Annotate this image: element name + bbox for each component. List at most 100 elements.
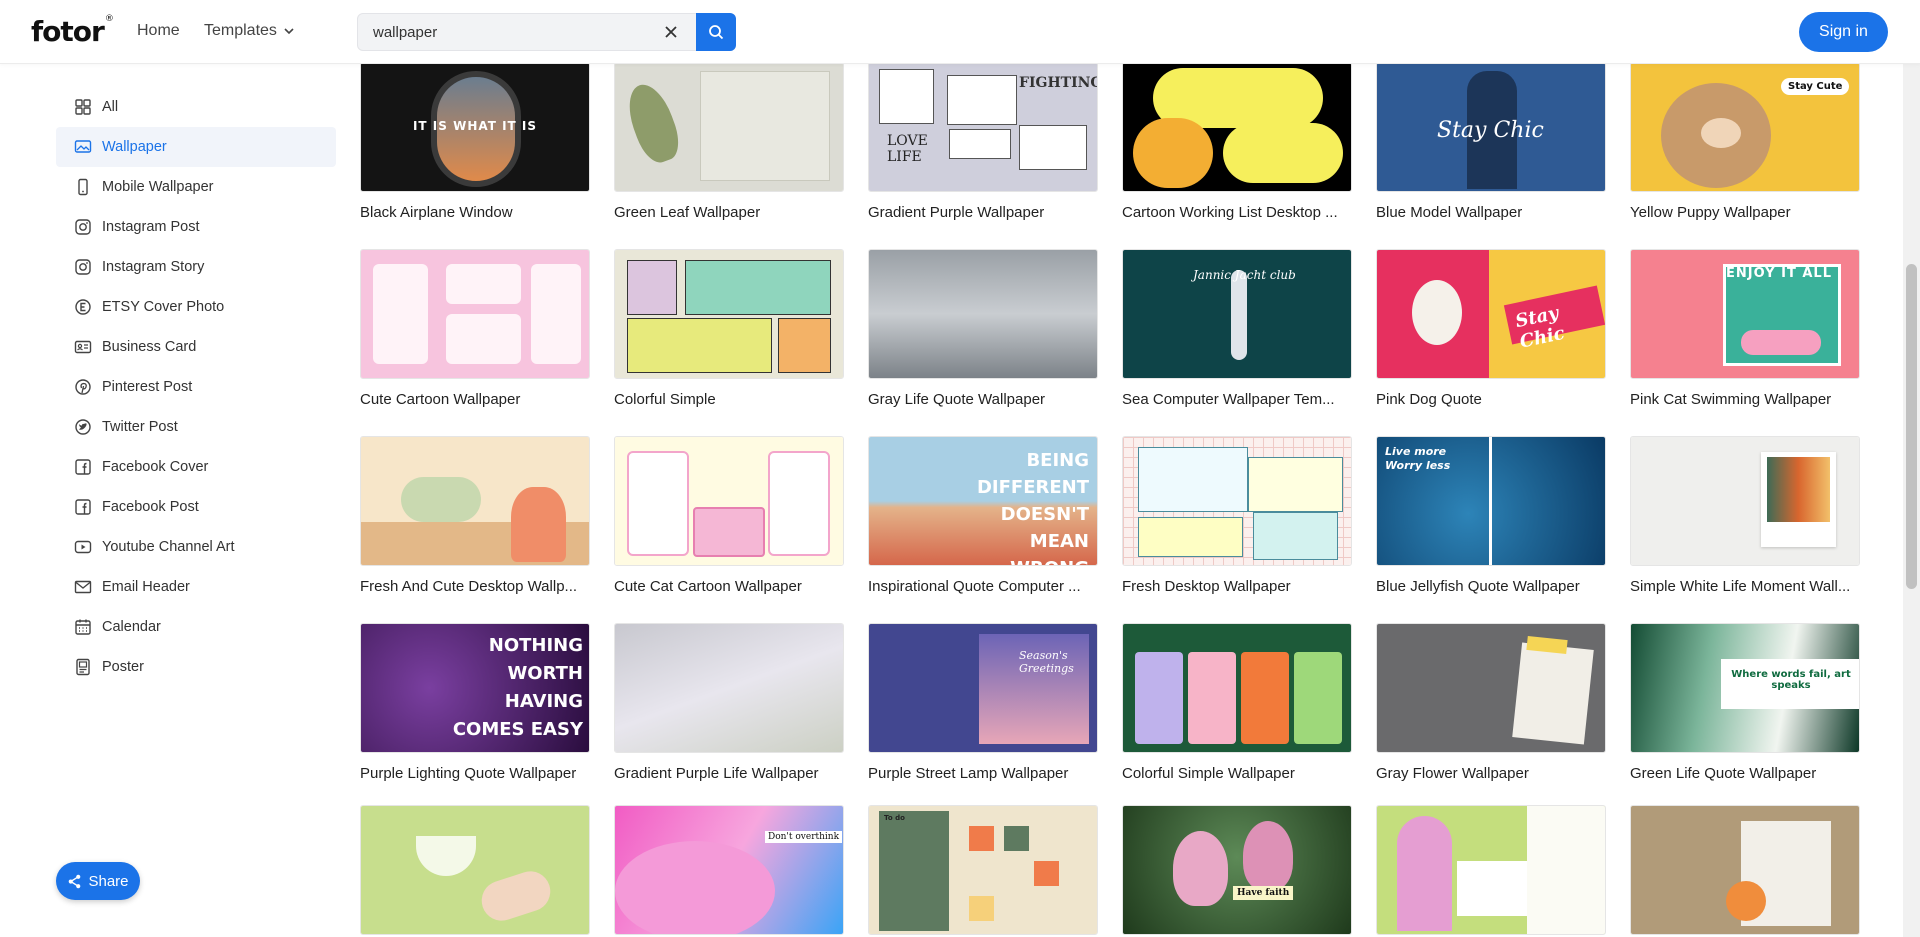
nav-home-link[interactable]: Home: [137, 22, 180, 40]
template-card[interactable]: Cute Cartoon Wallpaper: [360, 249, 590, 408]
template-card[interactable]: Simple White Life Moment Wall...: [1630, 436, 1860, 595]
template-title[interactable]: Black Airplane Window: [360, 204, 590, 221]
template-title[interactable]: Gradient Purple Wallpaper: [868, 204, 1098, 221]
template-thumbnail[interactable]: Stay Chic: [1376, 62, 1606, 192]
template-title[interactable]: Gray Life Quote Wallpaper: [868, 391, 1098, 408]
sidebar-item-twitter-post[interactable]: Twitter Post: [56, 407, 336, 447]
template-card[interactable]: Colorful Simple: [614, 249, 844, 408]
template-thumbnail[interactable]: Have faith: [1122, 805, 1352, 935]
template-card[interactable]: Gray Life Quote Wallpaper: [868, 249, 1098, 408]
template-thumbnail[interactable]: Where words fail, art speaks: [1630, 623, 1860, 753]
sidebar-item-instagram-story[interactable]: Instagram Story: [56, 247, 336, 287]
sidebar-item-facebook-cover[interactable]: Facebook Cover: [56, 447, 336, 487]
sidebar-item-business-card[interactable]: Business Card: [56, 327, 336, 367]
template-thumbnail[interactable]: Stay Cute: [1630, 62, 1860, 192]
template-title[interactable]: Sea Computer Wallpaper Tem...: [1122, 391, 1352, 408]
template-thumbnail[interactable]: [360, 249, 590, 379]
template-card[interactable]: Season's Greetings Purple Street Lamp Wal…: [868, 623, 1098, 782]
sidebar-item-mobile-wallpaper[interactable]: Mobile Wallpaper: [56, 167, 336, 207]
template-card[interactable]: Jannic Jacht club Sea Computer Wallpaper …: [1122, 249, 1352, 408]
template-card[interactable]: FIGHTING LOVE LIFE Gradient Purple Wallpap…: [868, 62, 1098, 221]
template-thumbnail[interactable]: [1122, 436, 1352, 566]
nav-templates-dropdown[interactable]: Templates: [204, 22, 295, 40]
template-thumbnail[interactable]: [614, 62, 844, 192]
template-thumbnail[interactable]: [360, 436, 590, 566]
template-card[interactable]: Stay Cute Yellow Puppy Wallpaper: [1630, 62, 1860, 221]
template-card[interactable]: Where words fail, art speaks Green Life Q…: [1630, 623, 1860, 782]
template-card[interactable]: Don't overthink: [614, 805, 844, 935]
template-thumbnail[interactable]: [1376, 805, 1606, 935]
template-thumbnail[interactable]: NOTHING WORTH HAVING COMES EASY: [360, 623, 590, 753]
template-thumbnail[interactable]: Jannic Jacht club: [1122, 249, 1352, 379]
sidebar-item-email-header[interactable]: Email Header: [56, 567, 336, 607]
template-thumbnail[interactable]: [1630, 805, 1860, 935]
template-title[interactable]: Inspirational Quote Computer ...: [868, 578, 1098, 595]
template-card[interactable]: Gray Flower Wallpaper: [1376, 623, 1606, 782]
template-title[interactable]: Green Leaf Wallpaper: [614, 204, 844, 221]
template-thumbnail[interactable]: Live more Worry less: [1376, 436, 1606, 566]
template-card[interactable]: To do: [868, 805, 1098, 935]
template-card[interactable]: Live more Worry less Blue Jellyfish Quote…: [1376, 436, 1606, 595]
clear-search-button[interactable]: [658, 19, 684, 45]
sign-in-button[interactable]: Sign in: [1799, 12, 1888, 52]
sidebar-item-calendar[interactable]: Calendar: [56, 607, 336, 647]
template-title[interactable]: Cartoon Working List Desktop ...: [1122, 204, 1352, 221]
share-button[interactable]: Share: [56, 862, 140, 900]
sidebar-item-youtube-channel-art[interactable]: Youtube Channel Art: [56, 527, 336, 567]
template-thumbnail[interactable]: ENJOY IT ALL: [1630, 249, 1860, 379]
template-thumbnail[interactable]: [1630, 436, 1860, 566]
template-thumbnail[interactable]: [1122, 623, 1352, 753]
template-title[interactable]: Purple Street Lamp Wallpaper: [868, 765, 1098, 782]
template-thumbnail[interactable]: [1122, 62, 1352, 192]
scrollbar-thumb[interactable]: [1906, 264, 1917, 589]
template-thumbnail[interactable]: Don't overthink: [614, 805, 844, 935]
search-input[interactable]: [358, 14, 668, 50]
template-card[interactable]: Gradient Purple Life Wallpaper: [614, 623, 844, 782]
page-scrollbar[interactable]: [1903, 64, 1920, 937]
template-thumbnail[interactable]: BEING DIFFERENT DOESN'T MEAN WRONG: [868, 436, 1098, 566]
template-card[interactable]: Cartoon Working List Desktop ...: [1122, 62, 1352, 221]
template-title[interactable]: Cute Cartoon Wallpaper: [360, 391, 590, 408]
sidebar-item-poster[interactable]: Poster: [56, 647, 336, 687]
template-thumbnail[interactable]: [360, 805, 590, 935]
sidebar-item-etsy-cover-photo[interactable]: ETSY Cover Photo: [56, 287, 336, 327]
template-thumbnail[interactable]: [614, 436, 844, 566]
template-card[interactable]: Colorful Simple Wallpaper: [1122, 623, 1352, 782]
template-title[interactable]: Blue Model Wallpaper: [1376, 204, 1606, 221]
template-thumbnail[interactable]: [614, 623, 844, 753]
template-card[interactable]: Cute Cat Cartoon Wallpaper: [614, 436, 844, 595]
sidebar-item-facebook-post[interactable]: Facebook Post: [56, 487, 336, 527]
sidebar-item-wallpaper[interactable]: Wallpaper: [56, 127, 336, 167]
template-card[interactable]: Stay Chic Pink Dog Quote: [1376, 249, 1606, 408]
sidebar-item-instagram-post[interactable]: Instagram Post: [56, 207, 336, 247]
template-title[interactable]: Simple White Life Moment Wall...: [1630, 578, 1860, 595]
template-card[interactable]: ENJOY IT ALL Pink Cat Swimming Wallpaper: [1630, 249, 1860, 408]
template-card[interactable]: Stay Chic Blue Model Wallpaper: [1376, 62, 1606, 221]
template-card[interactable]: BEING DIFFERENT DOESN'T MEAN WRONG Inspir…: [868, 436, 1098, 595]
template-card[interactable]: NOTHING WORTH HAVING COMES EASY Purple Li…: [360, 623, 590, 782]
template-thumbnail[interactable]: [614, 249, 844, 379]
template-title[interactable]: Fresh And Cute Desktop Wallp...: [360, 578, 590, 595]
template-title[interactable]: Blue Jellyfish Quote Wallpaper: [1376, 578, 1606, 595]
template-thumbnail[interactable]: [1376, 623, 1606, 753]
template-title[interactable]: Colorful Simple: [614, 391, 844, 408]
template-card[interactable]: Fresh Desktop Wallpaper: [1122, 436, 1352, 595]
template-thumbnail[interactable]: FIGHTING LOVE LIFE: [868, 62, 1098, 192]
sidebar-item-all[interactable]: All: [56, 87, 336, 127]
fotor-logo[interactable]: fotor®: [31, 14, 114, 48]
template-title[interactable]: Colorful Simple Wallpaper: [1122, 765, 1352, 782]
template-title[interactable]: Gradient Purple Life Wallpaper: [614, 765, 844, 782]
template-thumbnail[interactable]: IT IS WHAT IT IS: [360, 62, 590, 192]
template-title[interactable]: Pink Dog Quote: [1376, 391, 1606, 408]
template-thumbnail[interactable]: Season's Greetings: [868, 623, 1098, 753]
template-title[interactable]: Green Life Quote Wallpaper: [1630, 765, 1860, 782]
template-card[interactable]: [1376, 805, 1606, 935]
template-thumbnail[interactable]: [868, 249, 1098, 379]
template-title[interactable]: Gray Flower Wallpaper: [1376, 765, 1606, 782]
search-button[interactable]: [696, 13, 736, 51]
template-card[interactable]: IT IS WHAT IT IS Black Airplane Window: [360, 62, 590, 221]
template-card[interactable]: Have faith: [1122, 805, 1352, 935]
template-card[interactable]: [1630, 805, 1860, 935]
template-card[interactable]: Green Leaf Wallpaper: [614, 62, 844, 221]
template-card[interactable]: [360, 805, 590, 935]
